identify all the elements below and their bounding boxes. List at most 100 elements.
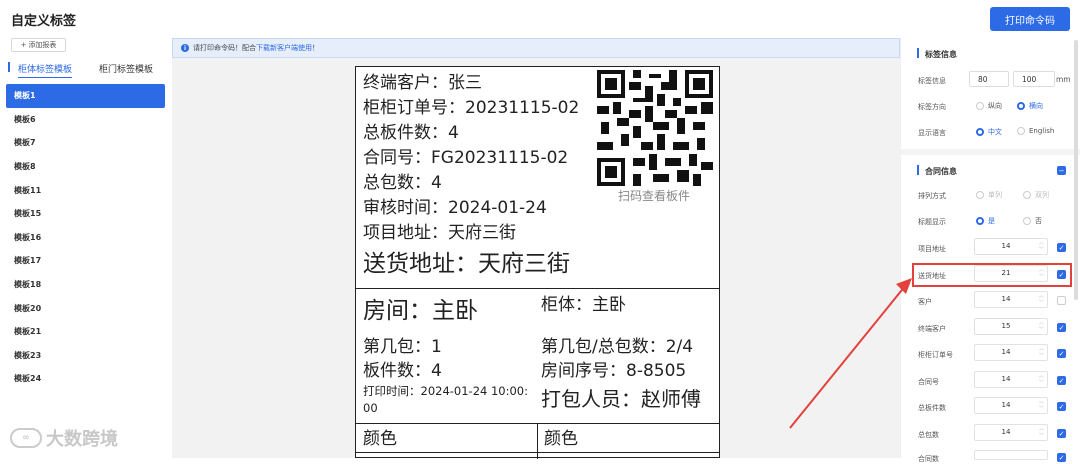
room-text: 房间：主卧: [363, 298, 478, 324]
title-no-radio[interactable]: 否: [1023, 216, 1042, 226]
cabinet-text: 柜体：主卧: [541, 295, 626, 315]
highlight-box: [912, 263, 1072, 287]
template-item[interactable]: 模板16: [6, 226, 165, 250]
template-item[interactable]: 模板7: [6, 131, 165, 155]
collapse-icon[interactable]: −: [1057, 166, 1066, 175]
label-line: 合同号：FG20231115-02: [363, 148, 569, 168]
template-item[interactable]: 模板20: [6, 296, 165, 320]
arrange-double-radio[interactable]: 双列: [1023, 190, 1049, 200]
language-label: 显示语言: [918, 129, 946, 137]
font-size-stepper[interactable]: [974, 450, 1048, 460]
direction-label: 标签方向: [918, 103, 946, 111]
field-checkbox[interactable]: ✓: [1057, 429, 1066, 438]
delivery-address: 送货地址：天府三街: [363, 251, 570, 277]
qr-code: [597, 70, 713, 186]
annotation-arrow: [789, 278, 912, 429]
print-time-cont: 00: [363, 401, 378, 415]
font-size-stepper[interactable]: 14 ︿ ﹀: [974, 424, 1048, 441]
template-item[interactable]: 模板23: [6, 344, 165, 368]
template-item[interactable]: 模板6: [6, 108, 165, 132]
section-indicator: [917, 48, 919, 58]
tab-door-templates[interactable]: 柜门标签模板: [99, 62, 153, 75]
font-size-stepper[interactable]: 14 ︿ ﹀: [974, 238, 1048, 255]
direction-landscape-radio[interactable]: 横向: [1017, 101, 1043, 111]
field-label: 总板件数: [918, 404, 946, 412]
pack-number: 第几包：1: [363, 337, 442, 357]
section-indicator: [917, 165, 919, 175]
watermark-logo-icon: ∞: [10, 428, 42, 448]
page-title: 自定义标签: [11, 14, 77, 29]
notice-text: 请打印命令码！配合下载新客户端使用！: [193, 44, 319, 52]
field-label: 总包数: [918, 431, 939, 439]
qr-caption: 扫码查看板件: [618, 189, 691, 203]
room-sequence: 房间序号：8-8505: [541, 361, 687, 381]
plus-icon: +: [20, 41, 27, 49]
board-count: 板件数：4: [363, 361, 442, 381]
pack-total: 第几包/总包数：2/4: [541, 337, 694, 357]
field-label: 终端客户: [918, 325, 946, 333]
template-list: 模板1 模板6 模板7 模板8 模板11 模板15 模板16 模板17 模板18…: [6, 84, 165, 391]
contract-info-title: 合同信息: [925, 167, 957, 176]
field-checkbox[interactable]: ✓: [1057, 349, 1066, 358]
template-tabs: 柜体标签模板 柜门标签模板: [8, 58, 168, 78]
print-time: 打印时间：2024-01-24 10:00:: [363, 384, 529, 398]
label-line: 总板件数：4: [363, 123, 459, 143]
field-checkbox[interactable]: [1057, 296, 1066, 305]
watermark: ∞ 大数跨境: [10, 425, 118, 451]
tab-cabinet-templates[interactable]: 柜体标签模板: [18, 62, 73, 78]
label-line: 审核时间：2024-01-24: [363, 198, 547, 218]
label-size-label: 标签信息: [918, 77, 946, 85]
label-line: 项目地址：天府三街: [363, 223, 516, 243]
label-height-input[interactable]: 100: [1013, 71, 1055, 87]
label-width-input[interactable]: 80: [969, 71, 1009, 87]
color-right: 颜色: [544, 429, 578, 449]
title-display-label: 标题显示: [918, 218, 946, 226]
add-report-button[interactable]: + 添加报表: [11, 38, 66, 52]
template-item[interactable]: 模板24: [6, 367, 165, 391]
unit-label: mm: [1056, 75, 1071, 84]
print-command-button[interactable]: 打印命令码: [990, 7, 1070, 31]
tab-indicator: [8, 62, 10, 72]
template-item[interactable]: 模板8: [6, 155, 165, 179]
divider: [356, 452, 719, 453]
label-line: 总包数：4: [363, 173, 442, 193]
field-checkbox[interactable]: ✓: [1057, 376, 1066, 385]
label-line: 终端客户：张三: [363, 73, 482, 93]
top-bar: 自定义标签 打印命令码: [0, 0, 1080, 38]
field-label: 项目地址: [918, 245, 946, 253]
language-english-radio[interactable]: English: [1017, 127, 1054, 135]
template-item[interactable]: 模板21: [6, 320, 165, 344]
font-size-stepper[interactable]: 15 ︿ ﹀: [974, 318, 1048, 335]
section-divider: [901, 149, 1080, 155]
sidebar: + 添加报表 柜体标签模板 柜门标签模板 模板1 模板6 模板7 模板8 模板1…: [0, 38, 172, 458]
divider: [356, 288, 719, 289]
field-checkbox[interactable]: ✓: [1057, 243, 1066, 252]
field-checkbox[interactable]: ✓: [1057, 402, 1066, 411]
template-item[interactable]: 模板15: [6, 202, 165, 226]
field-checkbox[interactable]: ✓: [1057, 323, 1066, 332]
label-info-title: 标签信息: [925, 50, 957, 59]
template-item[interactable]: 模板1: [6, 84, 165, 108]
template-item[interactable]: 模板18: [6, 273, 165, 297]
direction-portrait-radio[interactable]: 纵向: [976, 101, 1002, 111]
font-size-stepper[interactable]: 14 ︿ ﹀: [974, 371, 1048, 388]
download-client-link[interactable]: 下载新客户端使用: [256, 44, 312, 52]
add-report-label: 添加报表: [28, 41, 57, 49]
field-label: 柜柜订单号: [918, 351, 953, 359]
font-size-stepper[interactable]: 14 ︿ ﹀: [974, 344, 1048, 361]
language-chinese-radio[interactable]: 中文: [976, 127, 1002, 137]
field-label: 客户: [918, 298, 932, 306]
field-label: 合同号: [918, 378, 939, 386]
font-size-stepper[interactable]: 14 ︿ ﹀: [974, 397, 1048, 414]
template-item[interactable]: 模板11: [6, 178, 165, 202]
arrange-single-radio[interactable]: 单列: [976, 190, 1002, 200]
arrange-label: 排列方式: [918, 192, 946, 200]
font-size-stepper[interactable]: 14 ︿ ﹀: [974, 291, 1048, 308]
title-yes-radio[interactable]: 是: [976, 216, 995, 226]
template-item[interactable]: 模板17: [6, 249, 165, 273]
notice-bar: i 请打印命令码！配合下载新客户端使用！: [172, 38, 900, 58]
info-icon: i: [181, 44, 189, 52]
label-line: 柜柜订单号：20231115-02: [363, 98, 580, 118]
panel-scrollbar[interactable]: [1074, 40, 1078, 300]
color-left: 颜色: [363, 429, 397, 449]
